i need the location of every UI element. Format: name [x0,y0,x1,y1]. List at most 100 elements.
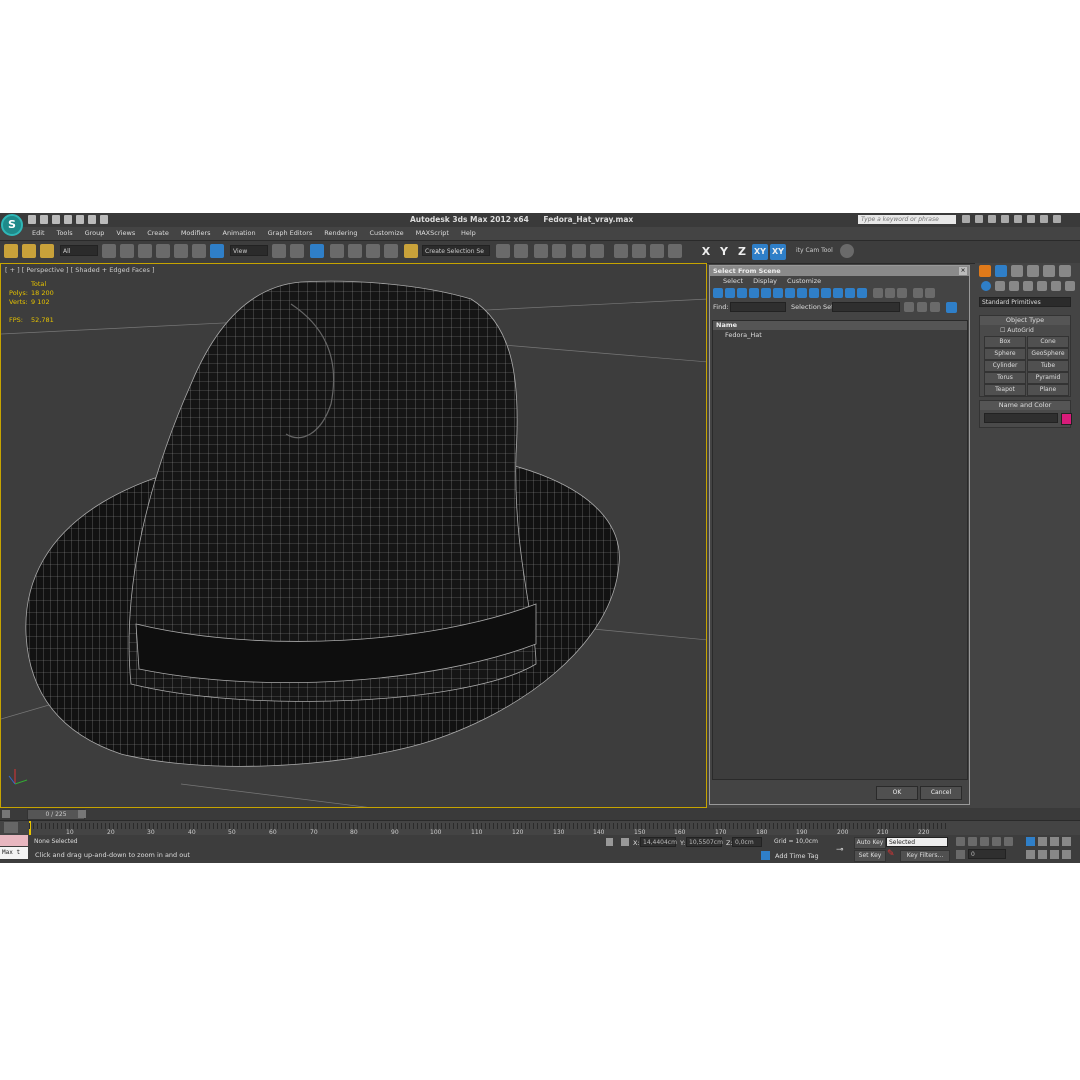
tube-button[interactable]: Tube [1027,360,1069,372]
menu-help[interactable]: Help [455,228,482,239]
selection-lock-icon[interactable] [606,838,613,846]
save-icon[interactable] [52,215,60,224]
name-color-header[interactable]: Name and Color [980,401,1070,410]
undo-icon[interactable] [64,215,72,224]
edit-named-selection-icon[interactable] [404,244,418,258]
x-coord-input[interactable]: 14,4404cm [640,837,677,847]
cam-tool-icon[interactable] [840,244,854,258]
rect-selection-icon[interactable] [138,244,152,258]
help-search-input[interactable]: Type a keyword or phrase [858,215,956,224]
previous-frame-icon[interactable] [968,837,977,846]
select-manipulate-icon[interactable] [290,244,304,258]
z-coord-input[interactable]: 0,0cm [732,837,762,847]
maxscript-mini-listener[interactable]: Max t [0,847,28,859]
mini-curve-editor-icon[interactable] [4,822,18,833]
menu-animation[interactable]: Animation [217,228,262,239]
application-menu-button[interactable]: S [1,214,23,236]
perspective-viewport[interactable]: [ + ] [ Perspective ] [ Shaded + Edged F… [0,263,707,808]
menu-modifiers[interactable]: Modifiers [175,228,217,239]
filter-hidden-icon[interactable] [845,288,855,298]
lock-cell-editing-icon[interactable] [946,302,957,313]
systems-category-icon[interactable] [1065,281,1075,291]
axis-y-button[interactable]: Y [716,244,732,260]
current-frame-input[interactable]: 0 [968,849,1006,859]
maxscript-listener-output[interactable] [0,835,28,846]
snaps-toggle-icon[interactable] [330,244,344,258]
axis-x-button[interactable]: X [698,244,714,260]
spinner-snap-icon[interactable] [384,244,398,258]
select-dependents-icon[interactable] [917,302,927,312]
scale-icon[interactable] [210,244,224,258]
create-tab-icon[interactable] [979,265,991,277]
display-tab-icon[interactable] [1043,265,1055,277]
ok-button[interactable]: OK [876,786,918,800]
axis-z-button[interactable]: Z [734,244,750,260]
torus-button[interactable]: Torus [984,372,1026,384]
spacewarps-category-icon[interactable] [1051,281,1061,291]
orbit-icon[interactable] [1050,850,1059,859]
sync-selection-icon[interactable] [930,302,940,312]
auto-key-button[interactable]: Auto Key [854,837,886,849]
object-type-header[interactable]: Object Type [980,316,1070,325]
cylinder-button[interactable]: Cylinder [984,360,1026,372]
subscription-icon[interactable] [975,215,983,223]
add-time-tag-button[interactable]: Add Time Tag [775,852,819,860]
select-children-icon[interactable] [904,302,914,312]
redo-icon[interactable] [76,215,84,224]
primitive-category-dropdown[interactable]: Standard Primitives [979,297,1071,307]
selection-set-dropdown[interactable] [832,302,900,312]
dialog-menu-display[interactable]: Display [748,276,782,287]
filter-bones-icon[interactable] [809,288,819,298]
filter-funnel-icon[interactable] [913,288,923,298]
find-input[interactable] [730,302,786,312]
communication-icon[interactable] [988,215,996,223]
dialog-menu-customize[interactable]: Customize [782,276,826,287]
menu-group[interactable]: Group [79,228,111,239]
menu-edit[interactable]: Edit [26,228,51,239]
graphite-ribbon-icon[interactable] [552,244,566,258]
cameras-category-icon[interactable] [1023,281,1033,291]
menu-customize[interactable]: Customize [363,228,409,239]
dialog-close-icon[interactable]: × [959,267,967,275]
dialog-menu-select[interactable]: Select [718,276,748,287]
rotate-icon[interactable] [192,244,206,258]
pan-icon[interactable] [1038,850,1047,859]
next-frame-icon[interactable] [992,837,1001,846]
filter-containers-icon[interactable] [821,288,831,298]
teapot-button[interactable]: Teapot [984,384,1026,396]
time-slider-next-icon[interactable] [78,810,86,818]
play-icon[interactable] [980,837,989,846]
filter-options-icon[interactable] [925,288,935,298]
mirror-icon[interactable] [496,244,510,258]
filter-geometry-icon[interactable] [713,288,723,298]
favorites-star-icon[interactable] [1001,215,1009,223]
utilities-tab-icon[interactable] [1059,265,1071,277]
select-all-icon[interactable] [873,288,883,298]
set-key-mode-key-icon[interactable]: ⊸ [836,845,850,855]
menu-maxscript[interactable]: MAXScript [410,228,455,239]
cone-button[interactable]: Cone [1027,336,1069,348]
link-icon[interactable] [4,244,18,258]
material-editor-icon[interactable] [614,244,628,258]
menu-graph-editors[interactable]: Graph Editors [262,228,319,239]
menu-rendering[interactable]: Rendering [318,228,363,239]
filter-lights-icon[interactable] [737,288,747,298]
go-to-start-icon[interactable] [956,837,965,846]
minimize-icon[interactable] [1027,215,1035,223]
menu-views[interactable]: Views [110,228,141,239]
geosphere-button[interactable]: GeoSphere [1027,348,1069,360]
plane-button[interactable]: Plane [1027,384,1069,396]
column-header-name[interactable]: Name [713,321,967,330]
viewport-label[interactable]: [ + ] [ Perspective ] [ Shaded + Edged F… [5,266,155,274]
invert-selection-icon[interactable] [897,288,907,298]
filter-groups-icon[interactable] [785,288,795,298]
select-object-icon[interactable] [102,244,116,258]
maximize-icon[interactable] [1040,215,1048,223]
filter-all-icon[interactable] [857,288,867,298]
select-by-name-icon[interactable] [120,244,134,258]
time-slider-prev-icon[interactable] [2,810,10,818]
render-production-icon[interactable] [668,244,682,258]
project-folder-icon[interactable] [100,215,108,224]
angle-snap-icon[interactable] [348,244,362,258]
hierarchy-tab-icon[interactable] [1011,265,1023,277]
